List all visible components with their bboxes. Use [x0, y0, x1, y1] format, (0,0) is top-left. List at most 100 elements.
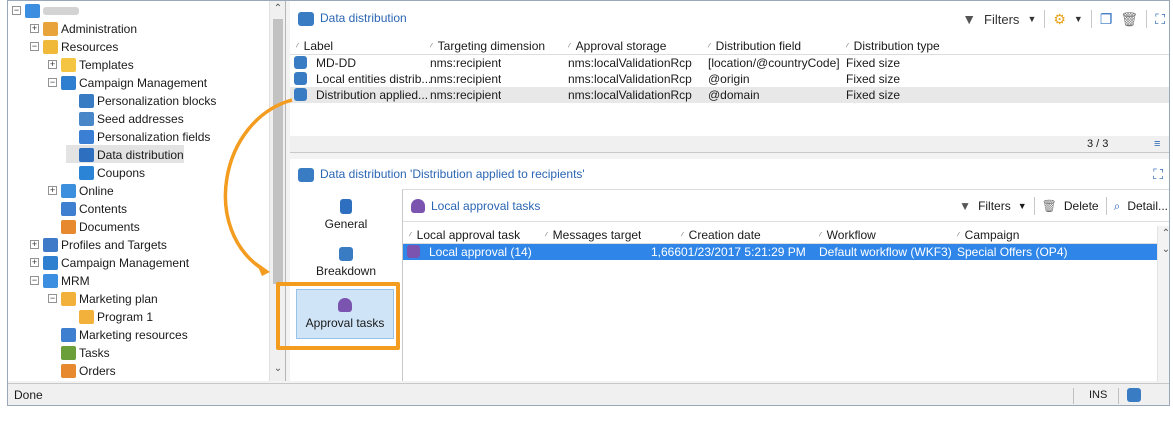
table-cell: nms:localValidationRcp: [568, 88, 692, 102]
tree-item[interactable]: − Resources: [30, 37, 118, 55]
tree-item[interactable]: − Marketing plan: [48, 289, 158, 307]
expand-toggle-icon[interactable]: −: [12, 6, 21, 16]
tab-breakdown[interactable]: Breakdown: [290, 247, 402, 278]
tree-item[interactable]: −: [12, 1, 79, 19]
tree-item[interactable]: Tasks: [48, 343, 110, 361]
tree-item[interactable]: + Online: [48, 181, 114, 199]
approval-user-icon: [407, 245, 420, 258]
filter-icon[interactable]: ▼: [962, 11, 976, 27]
approval-user-icon: [338, 298, 352, 312]
scroll-down-icon[interactable]: ⌄: [270, 363, 285, 374]
expand-toggle-icon[interactable]: −: [30, 276, 39, 286]
tree-item-label: Templates: [79, 57, 134, 72]
toolbar-divider: [1033, 197, 1035, 215]
folder-icon: [79, 309, 94, 324]
tree-item-label: Documents: [79, 219, 140, 234]
tree-item[interactable]: + Profiles and Targets: [30, 235, 167, 253]
fullscreen-icon[interactable]: ⛶: [1153, 166, 1163, 183]
tasks-scrollbar[interactable]: ⌃ ⌄: [1157, 226, 1169, 382]
tree-scrollbar[interactable]: ⌃ ⌄: [269, 1, 285, 381]
column-header[interactable]: Local approval task: [409, 226, 520, 244]
menu-icon[interactable]: ≡: [1154, 136, 1160, 152]
scroll-thumb[interactable]: [273, 19, 283, 284]
delete-button[interactable]: Delete: [1064, 199, 1099, 213]
expand-toggle-icon[interactable]: −: [48, 294, 57, 304]
tree-item[interactable]: Coupons: [66, 163, 145, 181]
folder-icon: [79, 129, 94, 144]
column-header[interactable]: Distribution field: [708, 37, 801, 55]
tree-item[interactable]: + Templates: [48, 55, 134, 73]
expand-toggle-icon[interactable]: +: [30, 258, 39, 268]
status-divider: [1073, 388, 1074, 404]
tasks-grid: Local approval task Messages target Creati…: [403, 226, 1169, 260]
table-row[interactable]: Distribution applied... nms:recipient nms:…: [290, 87, 1169, 103]
filter-icon[interactable]: ▼: [959, 199, 971, 213]
chevron-down-icon[interactable]: ▼: [1018, 201, 1027, 211]
fullscreen-icon[interactable]: ⛶: [1155, 11, 1165, 28]
folder-icon: [61, 183, 76, 198]
table-row[interactable]: MD-DD nms:recipient nms:localValidationRcp…: [290, 55, 1169, 71]
table-cell: Default workflow (WKF3): [819, 245, 952, 259]
filters-button[interactable]: Filters: [978, 199, 1011, 213]
expand-toggle-icon[interactable]: +: [48, 186, 57, 196]
navigation-tree[interactable]: − + Administration − Resources + Templates − Cam…: [8, 1, 286, 381]
scroll-up-icon[interactable]: ⌃: [1158, 228, 1169, 239]
tree-item[interactable]: − Campaign Management: [48, 73, 207, 91]
tree-item[interactable]: Documents: [48, 217, 140, 235]
document-icon: [340, 199, 352, 214]
column-header[interactable]: Campaign: [957, 226, 1020, 244]
tree-item[interactable]: Contents: [48, 199, 127, 217]
scroll-up-icon[interactable]: ⌃: [270, 3, 285, 14]
tree-item[interactable]: + Administration: [30, 19, 137, 37]
tree-item-label: Contents: [79, 201, 128, 216]
tree-item[interactable]: Personalization fields: [66, 127, 210, 145]
column-header[interactable]: Approval storage: [568, 37, 667, 55]
chevron-down-icon[interactable]: ▼: [1074, 14, 1083, 24]
chevron-down-icon[interactable]: ▼: [1027, 14, 1036, 24]
tree-item-label: Personalization fields: [97, 129, 211, 144]
trash-icon[interactable]: 🗑: [1042, 199, 1057, 213]
expand-toggle-icon[interactable]: +: [30, 24, 39, 34]
column-header[interactable]: Targeting dimension: [430, 37, 545, 55]
tab-general[interactable]: General: [290, 199, 402, 231]
expand-toggle-icon[interactable]: −: [48, 78, 57, 88]
column-header[interactable]: Messages target: [545, 226, 642, 244]
search-icon[interactable]: ⌕: [1114, 199, 1121, 214]
tree-item[interactable]: Program 1: [66, 307, 153, 325]
tree-item[interactable]: + Campaign Management: [30, 253, 189, 271]
trash-icon[interactable]: 🗑: [1120, 11, 1138, 28]
tree-item[interactable]: Data distribution: [66, 145, 184, 163]
tree-item[interactable]: Marketing resources: [48, 325, 188, 343]
tree-item[interactable]: Personalization blocks: [66, 91, 216, 109]
column-header[interactable]: Workflow: [819, 226, 876, 244]
tree-item-label: Marketing resources: [79, 327, 188, 342]
duplicate-icon[interactable]: ❐: [1100, 11, 1113, 28]
table-row[interactable]: Local entities distrib... nms:recipient nm…: [290, 71, 1169, 87]
data-distribution-icon: [298, 11, 314, 26]
table-row[interactable]: Local approval (14) 1,666 01/23/2017 5:21:…: [403, 244, 1169, 260]
folder-icon: [61, 363, 76, 378]
tree-item[interactable]: Orders: [48, 361, 116, 379]
column-header[interactable]: Creation date: [681, 226, 761, 244]
detail-tabs: General Breakdown Approval tasks: [290, 189, 402, 381]
filters-button[interactable]: Filters: [984, 12, 1019, 27]
expand-toggle-icon[interactable]: −: [30, 42, 39, 52]
distribution-grid: Label Targeting dimension Approval storage…: [290, 37, 1169, 103]
column-header[interactable]: Distribution type: [846, 37, 940, 55]
table-cell: Fixed size: [846, 88, 901, 102]
column-header[interactable]: Label: [296, 37, 333, 55]
detail-button[interactable]: Detail...: [1127, 199, 1168, 213]
toolbar-divider: [1105, 197, 1107, 215]
scroll-down-icon[interactable]: ⌄: [1158, 244, 1169, 255]
database-icon: [294, 88, 307, 101]
tree-item[interactable]: − MRM: [30, 271, 90, 289]
expand-toggle-icon[interactable]: +: [48, 60, 57, 70]
gear-add-icon[interactable]: ⚙: [1053, 11, 1066, 28]
expand-toggle-icon[interactable]: +: [30, 240, 39, 250]
table-cell: @origin: [708, 72, 750, 86]
tree-item[interactable]: Seed addresses: [66, 109, 184, 127]
status-bar: Done INS: [8, 383, 1169, 405]
tab-approval-tasks[interactable]: Approval tasks: [296, 289, 394, 339]
